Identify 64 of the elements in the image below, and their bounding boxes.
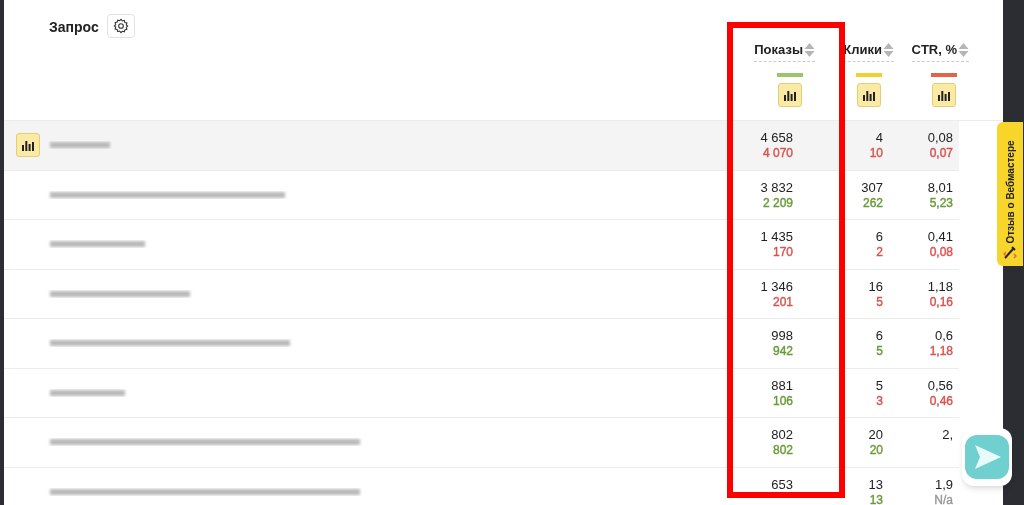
metric-value: 8,01 [927,179,953,196]
previous-value: 106 [772,393,793,408]
chart-button[interactable] [778,82,802,107]
settings-button[interactable] [106,14,135,38]
metric-value: 881 [771,377,793,394]
previous-value: 262 [862,195,883,210]
previous-value: 5,23 [929,195,953,210]
previous-value: 0,16 [929,294,953,309]
metric-value: 653 [771,476,793,493]
previous-value: 942 [772,344,793,358]
metric-value: 1 435 [760,229,793,245]
metric-value: 1,18 [927,278,953,295]
metric-value: 16 [868,278,883,295]
previous-value: 170 [772,245,793,259]
metric-value: 2, [942,427,953,443]
previous-value: 802 [772,443,793,457]
bar-chart-icon [22,139,34,152]
previous-value: 3 [876,393,883,408]
column-header[interactable]: CTR, % [911,40,969,62]
metric-value: 13 [868,476,883,493]
previous-value: 0,07 [929,146,953,160]
row-chart-button[interactable] [16,133,40,158]
bar-chart-icon [863,88,875,101]
previous-value: N/a [934,492,953,505]
metric-value: 5 [875,377,883,394]
metric-value: 802 [771,427,793,443]
bar-chart-icon [938,88,950,101]
wrench-icon [1003,246,1017,260]
previous-value: 20 [869,443,883,457]
column-header[interactable]: Показы [754,40,815,62]
previous-value: 2 209 [762,195,793,210]
metric-value: 20 [868,427,883,443]
previous-value: 5 [876,344,883,358]
metric-value: 0,56 [927,377,953,394]
metric-value: 307 [861,179,883,196]
settings-icon [112,18,129,34]
bar-chart-icon [784,88,796,101]
previous-value: 0,08 [929,245,953,259]
send-icon [965,435,1009,479]
metric-value: 6 [875,328,883,344]
metric-value: 0,08 [927,130,953,146]
metric-value: 0,41 [927,229,953,245]
table-row[interactable]: 4 658 4 070 4 10 0,08 0,07 [4,121,959,171]
previous-value: 4 070 [762,146,793,160]
metric-value: 4 658 [760,130,793,146]
previous-value: 201 [772,294,793,309]
chart-button[interactable] [857,82,881,107]
metric-value: 1,9 [934,476,953,493]
metric-value: 3 832 [760,179,793,196]
previous-value: 1,18 [929,344,953,358]
previous-value: 5 [876,294,883,309]
feedback-tab[interactable]: Отзыв о Вебмастере [997,122,1023,266]
metric-value: 0,6 [934,328,953,344]
previous-value: 13 [869,492,883,505]
metric-value: 4 [875,130,883,146]
send-button[interactable] [962,428,1012,486]
query-column-header: Запрос [49,18,99,37]
previous-value: 0,46 [929,393,953,408]
metric-value: 1 346 [760,278,793,295]
metric-value: 998 [771,328,793,344]
metric-value: 6 [875,229,883,245]
chart-button[interactable] [932,82,956,107]
previous-value: 10 [869,146,883,160]
previous-value: 2 [876,245,883,259]
